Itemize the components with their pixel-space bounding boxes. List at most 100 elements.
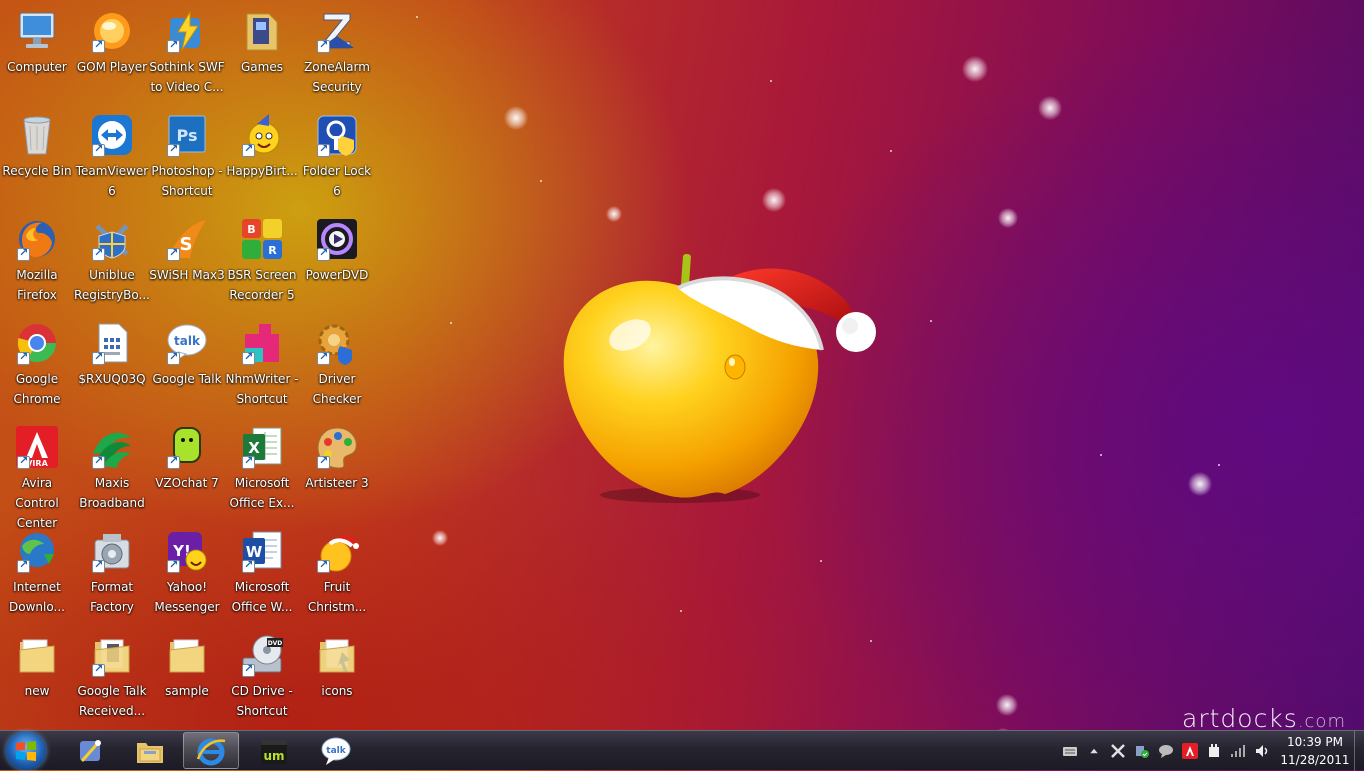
desktop-icon-powerdvd[interactable]: PowerDVD [300, 216, 374, 285]
desktop-icon-bsr-screen-recorder[interactable]: BR BSR Screen Recorder 5 [225, 216, 299, 305]
taskbar-pinned-media[interactable]: um [246, 732, 302, 769]
star-dot [1218, 464, 1220, 466]
desktop-icon-photoshop[interactable]: Ps Photoshop - Shortcut [150, 112, 224, 201]
svg-text:R: R [268, 244, 277, 257]
driver-checker-icon [314, 320, 360, 366]
desktop-icon-google-talk[interactable]: talk Google Talk [150, 320, 224, 389]
snowflake [1188, 472, 1212, 496]
desktop-icon-label: CD Drive - Shortcut [231, 684, 293, 718]
excel-icon: X [239, 424, 285, 470]
star-dot [820, 560, 822, 562]
desktop-icon-label: icons [321, 684, 353, 698]
desktop-icon-yahoo-messenger[interactable]: Y! Yahoo! Messenger [150, 528, 224, 617]
wand-icon [80, 739, 101, 762]
taskbar-pinned-explorer[interactable] [122, 732, 178, 769]
desktop-icon-label: SWiSH Max3 [149, 268, 225, 282]
desktop-icon-label: Microsoft Office W... [231, 580, 293, 614]
desktop-icon-gom-player[interactable]: GOM Player [75, 8, 149, 77]
desktop-icon-chrome[interactable]: Google Chrome [0, 320, 74, 409]
taskbar-pinned-google-talk[interactable]: talk [308, 732, 364, 769]
desktop-icon-rxuq03q[interactable]: $RXUQ03Q [75, 320, 149, 389]
desktop-icon-folder-new[interactable]: new [0, 632, 74, 701]
desktop-icon-swish[interactable]: S SWiSH Max3 [149, 216, 225, 285]
clock-date: 11/28/2011 [1280, 753, 1350, 767]
desktop-icon-uniblue[interactable]: Uniblue RegistryBo... [74, 216, 150, 305]
taskbar-pinned-internet-explorer[interactable] [183, 732, 239, 769]
signal-icon[interactable] [1230, 743, 1246, 759]
desktop-icon-folder-icons[interactable]: icons [300, 632, 374, 701]
desktop-icon-label: Photoshop - Shortcut [151, 164, 223, 198]
show-desktop-button[interactable] [1354, 731, 1364, 771]
show-hidden-icon[interactable] [1086, 743, 1102, 759]
word-icon: W [239, 528, 285, 574]
keyboard-icon[interactable] [1062, 743, 1078, 759]
desktop-icon-games[interactable]: Games [225, 8, 299, 77]
folder-icon [314, 632, 360, 678]
firefox-icon [14, 216, 60, 262]
desktop-icon-label: Artisteer 3 [305, 476, 369, 490]
desktop-icon-cd-drive[interactable]: DVD CD Drive - Shortcut [225, 632, 299, 721]
teamviewer-icon [89, 112, 135, 158]
network-check-icon[interactable] [1134, 743, 1150, 759]
desktop-icon-driver-checker[interactable]: Driver Checker [300, 320, 374, 409]
avira-tray-icon[interactable] [1182, 743, 1198, 759]
chat-bubble-icon[interactable] [1158, 743, 1174, 759]
desktop-icon-label: Format Factory [90, 580, 134, 614]
svg-text:DVD: DVD [268, 640, 283, 647]
desktop-icon-happybirthday[interactable]: HappyBirt... [225, 112, 299, 181]
uniblue-icon [89, 216, 135, 262]
ie-icon [196, 738, 226, 765]
start-button[interactable] [6, 732, 46, 770]
desktop-icon-firefox[interactable]: Mozilla Firefox [0, 216, 74, 305]
desktop-icon-label: Games [241, 60, 283, 74]
folder-icon [14, 632, 60, 678]
desktop-icon-folder-lock[interactable]: Folder Lock 6 [300, 112, 374, 201]
system-clock[interactable]: 10:39 PM 11/28/2011 [1280, 733, 1350, 769]
artdocks-watermark: artdocks.com [1182, 704, 1346, 733]
desktop-icon-excel[interactable]: X Microsoft Office Ex... [225, 424, 299, 513]
star-dot [680, 610, 682, 612]
snowflake [996, 694, 1018, 716]
desktop-icon-nhmwriter[interactable]: NhmWriter - Shortcut [225, 320, 299, 409]
power-icon[interactable] [1206, 743, 1222, 759]
desktop-icon-label: sample [165, 684, 209, 698]
volume-icon[interactable] [1254, 743, 1270, 759]
x-app-icon[interactable] [1110, 743, 1126, 759]
svg-text:Ps: Ps [177, 126, 198, 145]
desktop-icon-recycle-bin[interactable]: Recycle Bin [0, 112, 74, 181]
notification-area [1058, 731, 1274, 771]
star-dot [890, 150, 892, 152]
star-dot [930, 320, 932, 322]
desktop-icon-vzochat[interactable]: VZOchat 7 [150, 424, 224, 493]
folder-icon [164, 632, 210, 678]
star-dot [870, 640, 872, 642]
swish-icon: S [164, 216, 210, 262]
sothink-icon [164, 8, 210, 54]
computer-icon [14, 8, 60, 54]
powerdvd-icon [314, 216, 360, 262]
desktop-icon-artisteer[interactable]: Artisteer 3 [300, 424, 374, 493]
desktop-icon-label: ZoneAlarm Security [304, 60, 370, 94]
desktop-icon-internet-download-manager[interactable]: Internet Downlo... [0, 528, 74, 617]
desktop-icon-computer[interactable]: Computer [0, 8, 74, 77]
desktop-icon-google-talk-received[interactable]: Google Talk Received... [75, 632, 149, 721]
desktop[interactable]: artdocks.com Computer Recycle Bin Mozill… [0, 0, 1364, 756]
desktop-icon-fruit-christmas[interactable]: Fruit Christm... [300, 528, 374, 617]
bsr-icon: BR [239, 216, 285, 262]
star-dot [1100, 454, 1102, 456]
folder-lock-icon [314, 112, 360, 158]
taskbar-pinned-jumplist-app[interactable] [62, 732, 118, 769]
clock-time: 10:39 PM [1287, 735, 1343, 749]
desktop-icon-zonealarm[interactable]: ZoneAlarm Security [300, 8, 374, 97]
desktop-icon-avira[interactable]: VIRA Avira Control Center [0, 424, 74, 533]
desktop-icon-word[interactable]: W Microsoft Office W... [225, 528, 299, 617]
gom-player-icon [89, 8, 135, 54]
desktop-icon-sothink[interactable]: Sothink SWF to Video C... [149, 8, 225, 97]
desktop-icon-folder-sample[interactable]: sample [150, 632, 224, 701]
snowflake [606, 206, 622, 222]
desktop-icon-format-factory[interactable]: Format Factory [75, 528, 149, 617]
star-dot [540, 180, 542, 182]
desktop-icon-teamviewer[interactable]: TeamViewer 6 [75, 112, 149, 201]
desktop-icon-maxis-broadband[interactable]: Maxis Broadband [75, 424, 149, 513]
zonealarm-icon [314, 8, 360, 54]
